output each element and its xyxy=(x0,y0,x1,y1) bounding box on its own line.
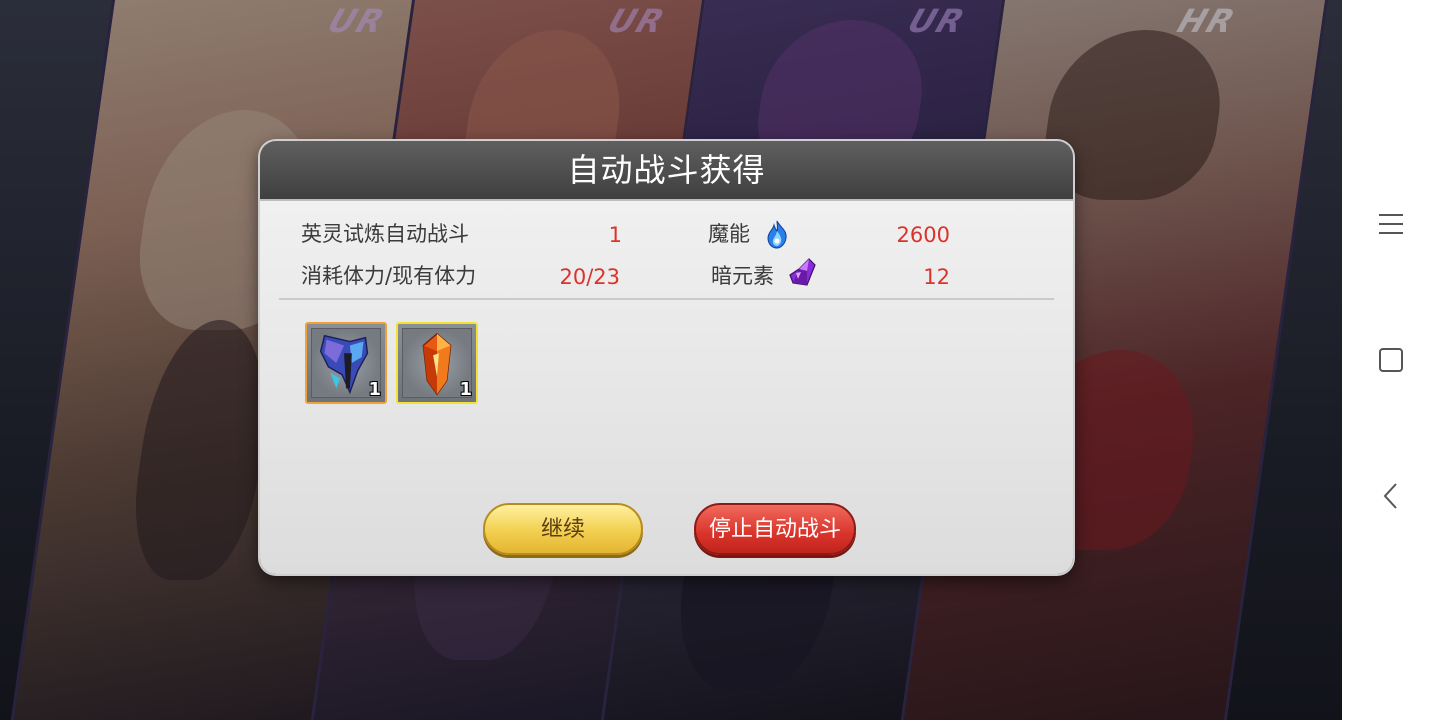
dialog-title: 自动战斗获得 xyxy=(567,151,766,189)
square-home-icon[interactable] xyxy=(1371,340,1411,380)
magic-energy-value: 2600 xyxy=(896,223,950,247)
battle-mode-label: 英灵试炼自动战斗 xyxy=(301,222,469,246)
battle-count-value: 1 xyxy=(608,223,622,247)
rarity-badge: UR xyxy=(323,2,392,40)
rarity-badge: UR xyxy=(603,2,672,40)
dark-crystal-icon xyxy=(789,258,816,286)
back-chevron-icon[interactable] xyxy=(1371,476,1411,516)
system-navigation-bar xyxy=(1342,0,1440,720)
divider xyxy=(279,298,1054,300)
auto-battle-reward-dialog: 自动战斗获得 英灵试炼自动战斗 1 消耗体力/现有体力 20/23 魔能 260… xyxy=(260,141,1073,574)
stamina-label: 消耗体力/现有体力 xyxy=(301,264,477,288)
item-count: 1 xyxy=(368,379,381,400)
continue-button[interactable]: 继续 xyxy=(483,503,643,555)
stop-auto-battle-button[interactable]: 停止自动战斗 xyxy=(694,503,856,555)
dark-element-label: 暗元素 xyxy=(711,264,774,288)
item-count: 1 xyxy=(459,379,472,400)
rarity-badge: HR xyxy=(1172,2,1242,40)
screen: UR UR UR HR 自动战斗获得 英灵试炼自动战斗 1 消耗体力/现有体力 … xyxy=(0,0,1440,720)
menu-icon[interactable] xyxy=(1371,204,1411,244)
rarity-badge: UR xyxy=(903,2,972,40)
blue-flame-icon xyxy=(767,220,787,249)
dark-element-value: 12 xyxy=(923,265,950,289)
reward-item-slot[interactable]: 1 xyxy=(396,322,478,404)
magic-energy-label: 魔能 xyxy=(708,222,750,246)
stamina-value: 20/23 xyxy=(559,265,620,289)
reward-item-slot[interactable]: 1 xyxy=(305,322,387,404)
